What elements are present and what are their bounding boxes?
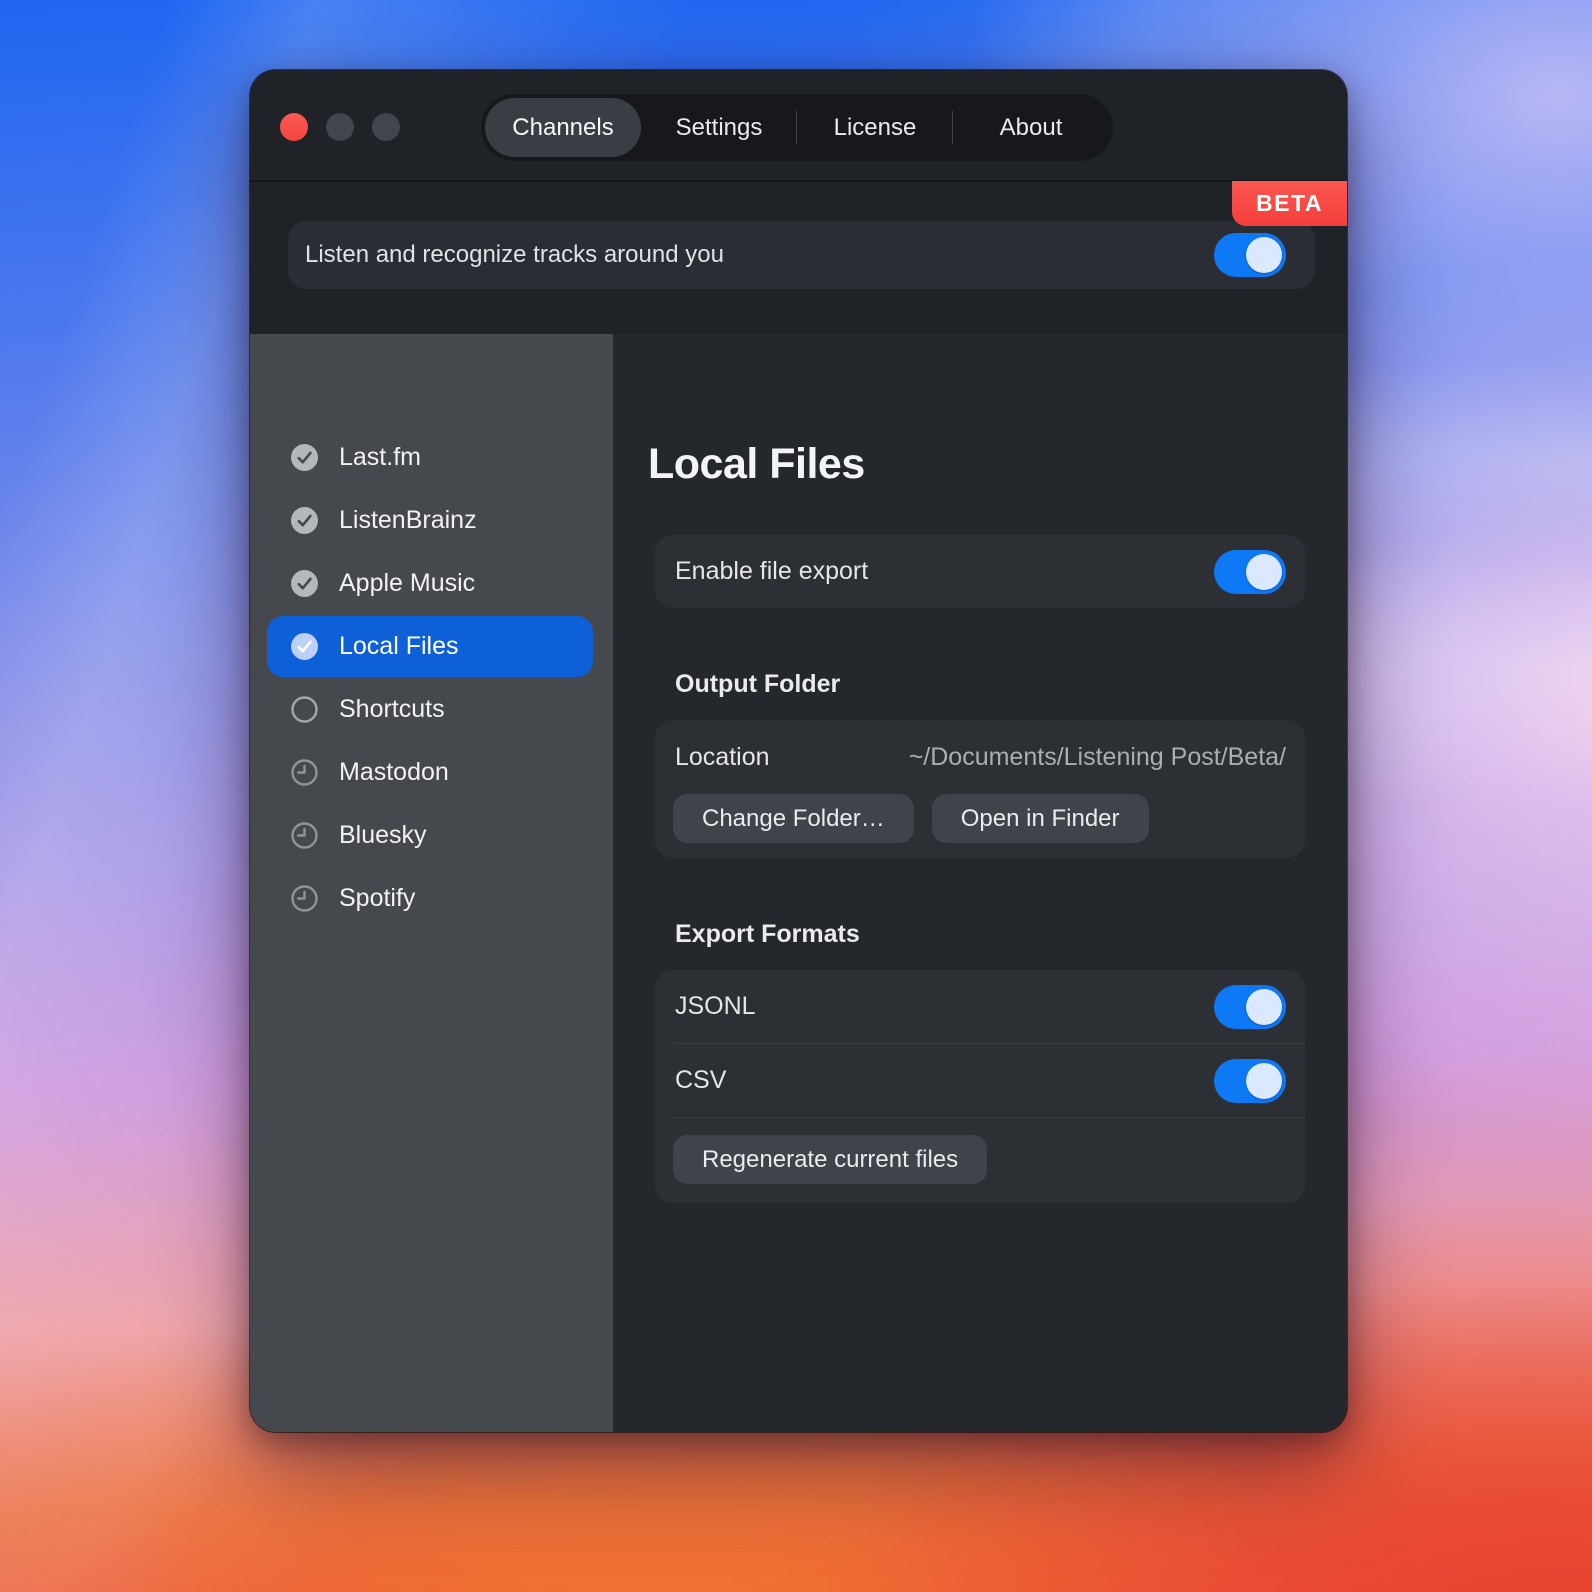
folder-buttons: Change Folder… Open in Finder [673,794,1149,843]
circle-icon [291,696,318,723]
sidebar-item-apple-music[interactable]: Apple Music [267,553,593,614]
ambient-listen-row: Listen and recognize tracks around you [288,221,1315,289]
enable-export-toggle[interactable] [1214,550,1286,594]
output-folder-card: Location ~/Documents/Listening Post/Beta… [655,720,1305,858]
format-row-csv: CSV [655,1044,1305,1117]
open-in-finder-button[interactable]: Open in Finder [932,794,1149,843]
export-formats-card: JSONL CSV Regenerate current files [655,970,1305,1203]
check-icon [291,507,318,534]
desktop-wallpaper: ChannelsSettingsLicenseAbout BETA Listen… [0,0,1592,1592]
format-label: CSV [675,1066,726,1095]
toggle-knob [1246,989,1282,1025]
sidebar-item-local-files[interactable]: Local Files [267,616,593,677]
sidebar-item-mastodon[interactable]: Mastodon [267,742,593,803]
sidebar-item-label: Local Files [339,632,459,661]
sidebar-item-label: Apple Music [339,569,475,598]
toggle-knob [1246,1063,1282,1099]
window-body: Last.fm ListenBrainz Apple Music Local File… [250,334,1347,1432]
beta-badge: BETA [1232,181,1347,226]
location-label: Location [675,743,770,772]
page-title: Local Files [648,440,865,489]
main-panel: Local Files Enable file export Output Fo… [613,334,1347,1432]
clock-icon [291,885,318,912]
tab-channels[interactable]: Channels [485,98,641,157]
sidebar-item-bluesky[interactable]: Bluesky [267,805,593,866]
sidebar-item-spotify[interactable]: Spotify [267,868,593,929]
format-label: JSONL [675,992,756,1021]
ambient-listen-label: Listen and recognize tracks around you [305,241,724,269]
check-icon [291,570,318,597]
enable-export-row: Enable file export [655,535,1305,608]
jsonl-toggle[interactable] [1214,985,1286,1029]
regenerate-button[interactable]: Regenerate current files [673,1135,987,1184]
sidebar-item-label: Mastodon [339,758,449,787]
tab-settings[interactable]: Settings [641,98,797,157]
export-formats-header: Export Formats [675,920,860,949]
location-row: Location ~/Documents/Listening Post/Beta… [655,720,1305,794]
sidebar-item-shortcuts[interactable]: Shortcuts [267,679,593,740]
output-folder-header: Output Folder [675,670,840,699]
sidebar-item-label: Shortcuts [339,695,445,724]
sidebar-item-label: Last.fm [339,443,421,472]
sidebar-item-label: ListenBrainz [339,506,477,535]
check-icon [291,444,318,471]
tab-about[interactable]: About [953,98,1109,157]
location-value: ~/Documents/Listening Post/Beta/ [909,743,1286,772]
format-row-jsonl: JSONL [655,970,1305,1043]
titlebar: ChannelsSettingsLicenseAbout [250,70,1347,180]
csv-toggle[interactable] [1214,1059,1286,1103]
change-folder-button[interactable]: Change Folder… [673,794,914,843]
toggle-knob [1246,237,1282,273]
enable-export-label: Enable file export [675,557,868,586]
ambient-listen-toggle[interactable] [1214,233,1286,277]
tab-license[interactable]: License [797,98,953,157]
row-divider [673,1117,1305,1118]
sidebar-item-listenbrainz[interactable]: ListenBrainz [267,490,593,551]
sidebar-item-last-fm[interactable]: Last.fm [267,427,593,488]
clock-icon [291,759,318,786]
zoom-window-button[interactable] [372,113,400,141]
minimize-window-button[interactable] [326,113,354,141]
sidebar: Last.fm ListenBrainz Apple Music Local File… [250,334,613,1432]
sidebar-item-label: Spotify [339,884,415,913]
traffic-lights [280,113,400,141]
sidebar-item-label: Bluesky [339,821,427,850]
app-window: ChannelsSettingsLicenseAbout BETA Listen… [250,70,1347,1432]
close-window-button[interactable] [280,113,308,141]
check-icon [291,633,318,660]
clock-icon [291,822,318,849]
toggle-knob [1246,554,1282,590]
titlebar-divider [250,180,1347,182]
tab-bar: ChannelsSettingsLicenseAbout [481,94,1113,161]
